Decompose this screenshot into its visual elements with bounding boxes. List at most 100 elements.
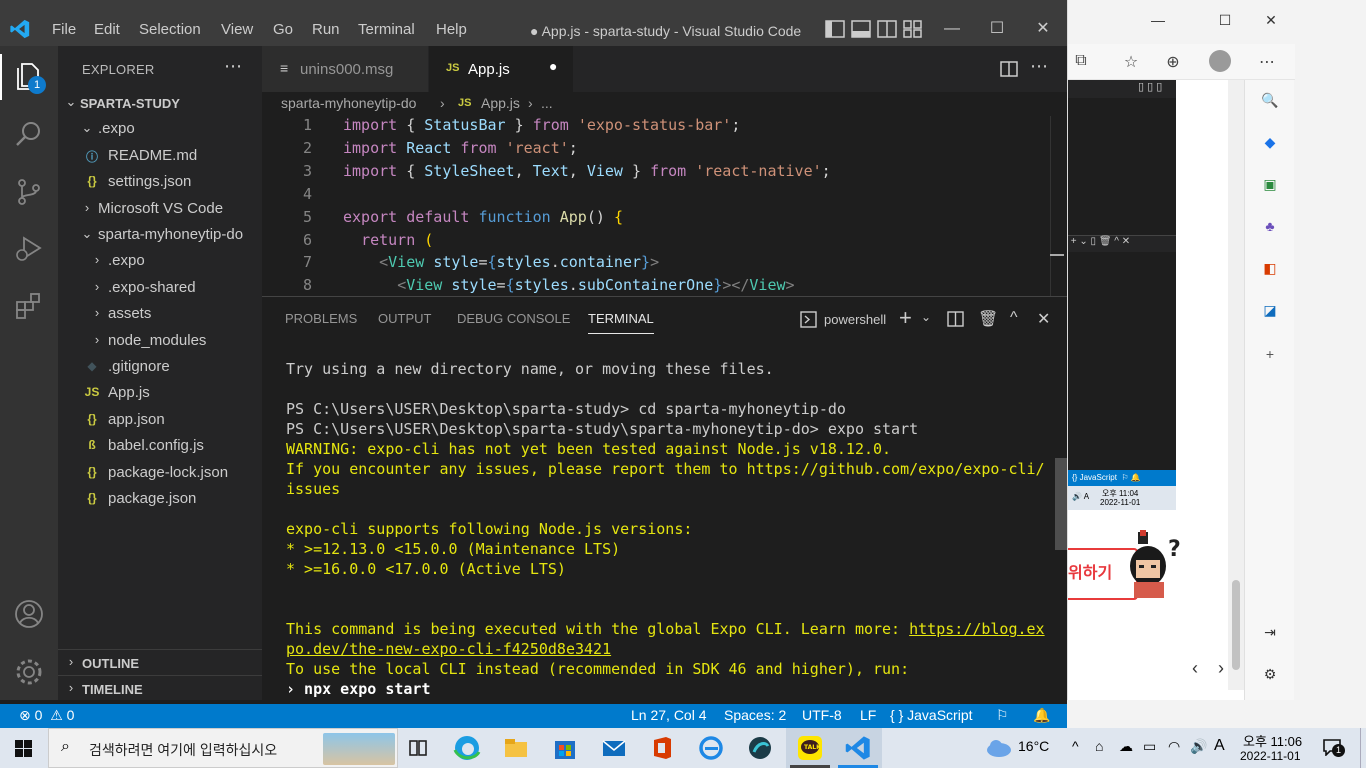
menu-file[interactable]: File [52, 21, 76, 38]
notification-center[interactable]: 1 [1322, 738, 1345, 758]
volume-icon[interactable]: 🔊 [1190, 738, 1207, 755]
sidebar-add-icon[interactable]: + [1260, 346, 1280, 366]
tree-item[interactable]: › .expo [58, 248, 262, 274]
timeline-section[interactable]: › TIMELINE [58, 675, 262, 701]
maximize-panel-icon[interactable]: ^ [1010, 309, 1018, 327]
terminal-link[interactable]: po.dev/the-new-expo-cli-f4250d8e3421 [286, 640, 611, 658]
wifi-icon[interactable]: ◠ [1168, 738, 1180, 755]
terminal-shell-name[interactable]: powershell [824, 312, 886, 327]
favorites-icon[interactable]: ☆ [1120, 52, 1142, 74]
editor-more-icon[interactable]: ⋯ [1030, 56, 1048, 77]
split-editor-icon[interactable] [1000, 61, 1018, 77]
sidebar-office-icon[interactable]: ◧ [1260, 260, 1280, 280]
terminal[interactable]: Try using a new directory name, or movin… [262, 340, 1067, 700]
tree-item[interactable]: ß babel.config.js [58, 433, 262, 459]
tree-item[interactable]: › assets [58, 301, 262, 327]
outline-section[interactable]: › OUTLINE [58, 649, 262, 675]
menu-selection[interactable]: Selection [139, 21, 201, 38]
sidebar-outlook-icon[interactable]: ◪ [1260, 302, 1280, 322]
profile-avatar[interactable] [1209, 50, 1231, 72]
tree-item[interactable]: ⓘ README.md [58, 143, 262, 169]
toggle-panel-icon[interactable] [851, 20, 871, 38]
sidebar-split-icon[interactable]: ⇥ [1260, 624, 1280, 644]
tab-debug-console[interactable]: DEBUG CONSOLE [457, 311, 570, 326]
browser-minimize-button[interactable]: — [1148, 12, 1168, 32]
menu-view[interactable]: View [221, 21, 253, 38]
kakaotalk-app[interactable]: TALK [786, 728, 834, 768]
breadcrumb-symbol[interactable]: ... [541, 95, 553, 111]
menu-edit[interactable]: Edit [94, 21, 120, 38]
next-arrow-icon[interactable]: › [1218, 658, 1224, 679]
mail-icon[interactable] [600, 734, 628, 762]
network-icon[interactable]: ⌂ [1095, 738, 1103, 754]
code-editor[interactable]: 1 import { StatusBar } from 'expo-status-… [262, 116, 1067, 296]
sidebar-settings-icon[interactable]: ⚙ [1260, 666, 1280, 686]
windows-start-icon[interactable] [15, 740, 32, 757]
unsaved-dot-icon[interactable]: ● [549, 58, 557, 74]
file-explorer-icon[interactable] [502, 734, 530, 762]
dark-app-icon[interactable] [746, 734, 774, 762]
toggle-sidebar-icon[interactable] [825, 20, 845, 38]
vscode-app[interactable] [834, 728, 882, 768]
terminal-scrollbar-thumb[interactable] [1055, 458, 1067, 550]
sidebar-tools-icon[interactable]: ▣ [1260, 176, 1280, 196]
more-icon[interactable]: ⋯ [1256, 52, 1278, 74]
new-terminal-icon[interactable]: + [899, 305, 912, 331]
cursor-position[interactable]: Ln 27, Col 4 [631, 707, 707, 723]
tab-app-js[interactable]: JS App.js ● [429, 46, 573, 92]
source-control-icon[interactable] [13, 176, 45, 208]
weather-cloud-icon[interactable] [985, 738, 1013, 758]
tree-item[interactable]: {} package-lock.json [58, 460, 262, 486]
extensions-icon[interactable]: ⧉ [1070, 52, 1092, 74]
weather-temp[interactable]: 16°C [1018, 738, 1049, 754]
explorer-more-icon[interactable]: ⋯ [224, 56, 242, 77]
trash-icon[interactable]: 🗑 [978, 309, 998, 329]
edge-browser-icon[interactable] [453, 734, 481, 762]
tree-item[interactable]: ◆ .gitignore [58, 354, 262, 380]
browser-scrollbar[interactable] [1228, 80, 1244, 690]
tree-item[interactable]: ⌄ .expo [58, 116, 262, 142]
tree-item[interactable]: › node_modules [58, 328, 262, 354]
manage-gear-icon[interactable] [13, 656, 45, 688]
menu-run[interactable]: Run [312, 21, 340, 38]
tree-item[interactable]: {} package.json [58, 486, 262, 512]
ime-indicator[interactable]: A [1214, 737, 1225, 755]
browser-close-button[interactable]: ✕ [1261, 12, 1281, 32]
indentation[interactable]: Spaces: 2 [724, 707, 786, 723]
encoding[interactable]: UTF-8 [802, 707, 842, 723]
menu-go[interactable]: Go [273, 21, 293, 38]
taskbar-search-box[interactable]: ⌕ 검색하려면 여기에 입력하십시오 [48, 728, 398, 768]
extensions-icon[interactable] [13, 290, 45, 322]
chevron-down-icon[interactable]: ⌄ [921, 310, 931, 324]
collections-icon[interactable]: ⊕ [1162, 52, 1184, 74]
tab-output[interactable]: OUTPUT [378, 311, 431, 326]
office-icon[interactable] [648, 734, 676, 762]
browser-scrollbar-thumb[interactable] [1232, 580, 1240, 670]
clock-time[interactable]: 오후 11:06 [1243, 731, 1302, 750]
terminal-link[interactable]: https://blog.ex [909, 620, 1044, 638]
close-panel-icon[interactable]: ✕ [1037, 309, 1050, 329]
internet-explorer-icon[interactable] [697, 734, 725, 762]
menu-terminal[interactable]: Terminal [358, 21, 415, 38]
breadcrumb-file[interactable]: App.js [481, 95, 520, 111]
split-terminal-icon[interactable] [947, 311, 964, 327]
minimize-button[interactable]: — [942, 18, 962, 40]
tree-item[interactable]: › Microsoft VS Code [58, 196, 262, 222]
show-desktop-button[interactable] [1360, 728, 1366, 768]
battery-icon[interactable]: ▭ [1143, 738, 1156, 755]
tree-item[interactable]: ⌄ SPARTA-STUDY [58, 90, 262, 116]
close-button[interactable]: ✕ [1033, 18, 1053, 40]
tab-problems[interactable]: PROBLEMS [285, 311, 357, 326]
maximize-button[interactable]: ☐ [987, 18, 1007, 40]
customize-layout-icon[interactable] [903, 20, 923, 38]
tree-item[interactable]: › .expo-shared [58, 275, 262, 301]
problems-status[interactable]: ⊗ 0 ⚠ 0 [19, 707, 74, 724]
tree-item[interactable]: {} settings.json [58, 169, 262, 195]
minimap[interactable] [1050, 116, 1064, 296]
notifications-bell-icon[interactable]: 🔔 [1033, 707, 1050, 724]
breadcrumb-folder[interactable]: sparta-myhoneytip-do [281, 95, 416, 111]
store-icon[interactable] [551, 734, 579, 762]
clock-date[interactable]: 2022-11-01 [1240, 749, 1301, 763]
task-view-icon[interactable] [404, 734, 432, 762]
sidebar-games-icon[interactable]: ♣ [1260, 218, 1280, 238]
